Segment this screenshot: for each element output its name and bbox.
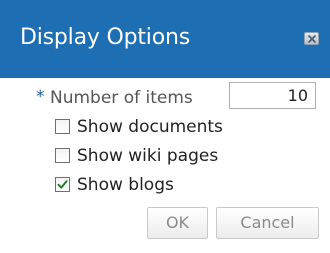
show-wiki-pages-label: Show wiki pages xyxy=(77,146,219,166)
number-of-items-label: Number of items xyxy=(50,88,193,108)
cancel-button[interactable]: Cancel xyxy=(216,207,319,239)
show-wiki-pages-checkbox[interactable] xyxy=(55,148,70,163)
show-blogs-checkbox[interactable] xyxy=(55,177,70,192)
display-options-dialog: Display Options * Number of items Show d… xyxy=(0,0,330,253)
checkmark-icon xyxy=(57,180,68,189)
required-marker: * xyxy=(36,87,45,107)
close-button[interactable] xyxy=(304,32,319,45)
number-of-items-input[interactable] xyxy=(229,82,316,109)
show-documents-checkbox[interactable] xyxy=(55,119,70,134)
dialog-title: Display Options xyxy=(20,25,190,50)
show-documents-label: Show documents xyxy=(77,117,223,137)
show-blogs-label: Show blogs xyxy=(77,175,174,195)
close-icon xyxy=(307,34,317,44)
dialog-titlebar: Display Options xyxy=(0,0,330,78)
ok-button[interactable]: OK xyxy=(147,207,208,239)
